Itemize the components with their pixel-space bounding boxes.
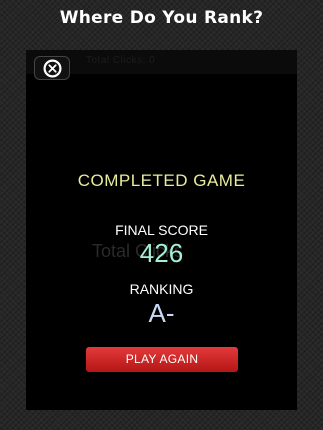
top-bar-ghost-text: Total Clicks: 0 — [86, 55, 156, 66]
close-button[interactable] — [34, 56, 70, 80]
final-score-label: FINAL SCORE — [115, 222, 208, 238]
ranking-label: RANKING — [129, 281, 194, 297]
completed-game-heading: COMPLETED GAME — [77, 171, 246, 190]
final-score-value: 426 — [139, 238, 184, 268]
close-icon — [43, 59, 62, 78]
ranking-value: A- — [148, 298, 175, 328]
header-title: Where Do You Rank? — [59, 8, 264, 28]
play-again-button[interactable]: PLAY AGAIN — [86, 347, 238, 372]
game-over-panel: Total Clicks: 0 COMPLETED GAME FINAL SCO… — [26, 50, 297, 410]
